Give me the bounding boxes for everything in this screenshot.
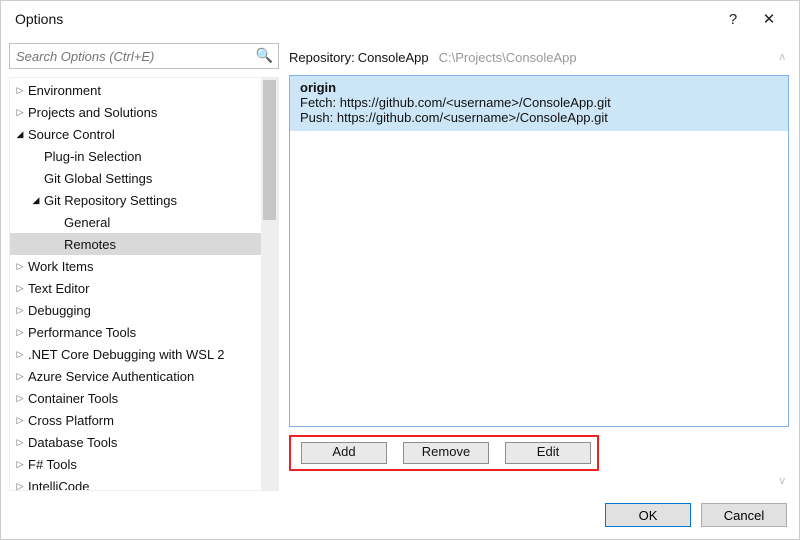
cancel-button[interactable]: Cancel: [701, 503, 787, 527]
arrow-collapsed-icon[interactable]: ▷: [14, 393, 26, 404]
tree-item-label: Work Items: [26, 259, 94, 274]
arrow-collapsed-icon[interactable]: ▷: [14, 415, 26, 426]
tree-scrollbar[interactable]: [261, 78, 278, 490]
tree-item[interactable]: ▷Projects and Solutions: [10, 101, 261, 123]
chevron-down-icon[interactable]: v: [289, 475, 789, 487]
tree-item-label: Debugging: [26, 303, 91, 318]
tree-item-label: Azure Service Authentication: [26, 369, 194, 384]
remote-name: origin: [300, 80, 778, 95]
chevron-up-icon[interactable]: ʌ: [776, 51, 790, 63]
tree-item-label: Container Tools: [26, 391, 118, 406]
remote-item[interactable]: origin Fetch: https://github.com/<userna…: [290, 76, 788, 131]
remote-buttons-highlight: Add Remove Edit: [289, 435, 599, 471]
repository-label: Repository:: [289, 50, 355, 65]
tree-item-label: Environment: [26, 83, 101, 98]
ok-button[interactable]: OK: [605, 503, 691, 527]
tree-item[interactable]: ▷Azure Service Authentication: [10, 365, 261, 387]
tree-item-label: Plug-in Selection: [42, 149, 142, 164]
tree-item[interactable]: ▷Text Editor: [10, 277, 261, 299]
tree-item-label: Source Control: [26, 127, 115, 142]
tree-item[interactable]: ▷Container Tools: [10, 387, 261, 409]
tree-item-label: Remotes: [62, 237, 116, 252]
tree-item[interactable]: Git Global Settings: [10, 167, 261, 189]
tree-item-label: Projects and Solutions: [26, 105, 157, 120]
arrow-collapsed-icon[interactable]: ▷: [14, 481, 26, 491]
tree-item[interactable]: ▷Work Items: [10, 255, 261, 277]
tree-item[interactable]: Remotes: [10, 233, 261, 255]
dialog-footer: OK Cancel: [1, 491, 799, 539]
tree-item[interactable]: ◢Source Control: [10, 123, 261, 145]
arrow-expanded-icon[interactable]: ◢: [14, 129, 26, 140]
tree-scroll-thumb[interactable]: [263, 80, 276, 220]
remotes-list[interactable]: origin Fetch: https://github.com/<userna…: [289, 75, 789, 427]
arrow-collapsed-icon[interactable]: ▷: [14, 107, 26, 118]
options-tree[interactable]: ▷Environment▷Projects and Solutions◢Sour…: [10, 78, 261, 490]
repository-header[interactable]: Repository: ConsoleApp C:\Projects\Conso…: [289, 45, 789, 69]
window-title: Options: [15, 11, 715, 27]
close-button[interactable]: ✕: [751, 1, 787, 37]
options-dialog: Options ? ✕ 🔍 ▷Environment▷Projects and …: [0, 0, 800, 540]
arrow-collapsed-icon[interactable]: ▷: [14, 85, 26, 96]
tree-item-label: Text Editor: [26, 281, 89, 296]
search-input[interactable]: [9, 43, 279, 69]
arrow-collapsed-icon[interactable]: ▷: [14, 327, 26, 338]
tree-item-label: Git Global Settings: [42, 171, 152, 186]
tree-item[interactable]: ▷Cross Platform: [10, 409, 261, 431]
remote-push: Push: https://github.com/<username>/Cons…: [300, 110, 778, 125]
tree-item-label: General: [62, 215, 110, 230]
tree-item[interactable]: ◢Git Repository Settings: [10, 189, 261, 211]
tree-item-label: Performance Tools: [26, 325, 136, 340]
repository-path: C:\Projects\ConsoleApp: [439, 50, 577, 65]
remove-button[interactable]: Remove: [403, 442, 489, 464]
arrow-expanded-icon[interactable]: ◢: [30, 195, 42, 206]
tree-item[interactable]: ▷Debugging: [10, 299, 261, 321]
arrow-collapsed-icon[interactable]: ▷: [14, 283, 26, 294]
repository-name: ConsoleApp: [358, 50, 429, 65]
arrow-collapsed-icon[interactable]: ▷: [14, 371, 26, 382]
help-button[interactable]: ?: [715, 1, 751, 37]
arrow-collapsed-icon[interactable]: ▷: [14, 459, 26, 470]
arrow-collapsed-icon[interactable]: ▷: [14, 305, 26, 316]
search-icon[interactable]: 🔍: [256, 47, 273, 64]
tree-item[interactable]: ▷Environment: [10, 79, 261, 101]
edit-button[interactable]: Edit: [505, 442, 591, 464]
tree-item[interactable]: ▷F# Tools: [10, 453, 261, 475]
tree-item[interactable]: ▷IntelliCode: [10, 475, 261, 490]
tree-item-label: .NET Core Debugging with WSL 2: [26, 347, 225, 362]
tree-item[interactable]: Plug-in Selection: [10, 145, 261, 167]
tree-item[interactable]: General: [10, 211, 261, 233]
tree-item[interactable]: ▷.NET Core Debugging with WSL 2: [10, 343, 261, 365]
tree-item-label: F# Tools: [26, 457, 77, 472]
tree-item-label: IntelliCode: [26, 479, 89, 491]
tree-item-label: Git Repository Settings: [42, 193, 177, 208]
tree-item-label: Database Tools: [26, 435, 117, 450]
remote-fetch: Fetch: https://github.com/<username>/Con…: [300, 95, 778, 110]
add-button[interactable]: Add: [301, 442, 387, 464]
arrow-collapsed-icon[interactable]: ▷: [14, 261, 26, 272]
tree-item-label: Cross Platform: [26, 413, 114, 428]
tree-item[interactable]: ▷Performance Tools: [10, 321, 261, 343]
titlebar: Options ? ✕: [1, 1, 799, 37]
arrow-collapsed-icon[interactable]: ▷: [14, 437, 26, 448]
arrow-collapsed-icon[interactable]: ▷: [14, 349, 26, 360]
tree-item[interactable]: ▷Database Tools: [10, 431, 261, 453]
